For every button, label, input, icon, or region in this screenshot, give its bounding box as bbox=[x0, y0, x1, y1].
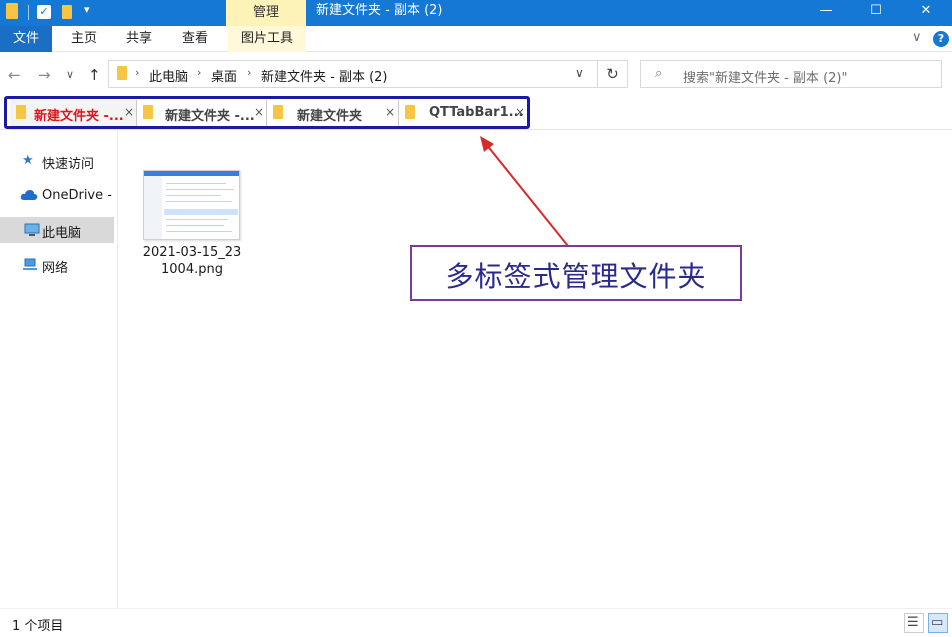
image-thumbnail-icon bbox=[143, 170, 240, 240]
help-icon[interactable]: ? bbox=[933, 31, 949, 47]
address-bar[interactable]: › 此电脑 › 桌面 › 新建文件夹 - 副本 (2) ∨ bbox=[108, 60, 598, 88]
file-item[interactable]: 2021-03-15_23 1004.png bbox=[140, 168, 244, 288]
sidebar-item-label: 此电脑 bbox=[42, 226, 82, 241]
breadcrumb-this-pc[interactable]: 此电脑 bbox=[149, 66, 188, 85]
network-icon bbox=[22, 258, 38, 276]
back-arrow-icon[interactable]: ← bbox=[8, 66, 21, 84]
annotation-text: 多标签式管理文件夹 bbox=[445, 260, 707, 293]
tabbar-highlight-box bbox=[4, 96, 530, 129]
ribbon-tab-bar: 文件 主页 共享 查看 图片工具 ∨ bbox=[0, 26, 952, 52]
title-bar: ✓ ▾ 管理 新建文件夹 - 副本 (2) — ☐ ✕ bbox=[0, 0, 952, 26]
new-folder-icon[interactable] bbox=[62, 5, 72, 19]
context-tab-manage[interactable]: 管理 bbox=[226, 0, 306, 26]
search-input[interactable]: ⌕ 搜索"新建文件夹 - 副本 (2)" bbox=[640, 60, 942, 88]
quick-access-dropdown-icon[interactable]: ▾ bbox=[84, 3, 90, 16]
tab-file[interactable]: 文件 bbox=[0, 26, 52, 52]
annotation-callout: 多标签式管理文件夹 bbox=[410, 245, 742, 301]
window-title: 新建文件夹 - 副本 (2) bbox=[316, 3, 443, 18]
breadcrumb-chevron-icon[interactable]: › bbox=[135, 66, 139, 79]
sidebar-item-onedrive[interactable]: OneDrive - bbox=[0, 183, 114, 209]
breadcrumb-current-folder[interactable]: 新建文件夹 - 副本 (2) bbox=[261, 66, 388, 85]
forward-arrow-icon[interactable]: → bbox=[38, 66, 51, 84]
sidebar-item-network[interactable]: 网络 bbox=[0, 252, 114, 278]
tab-share[interactable]: 共享 bbox=[126, 26, 152, 52]
search-placeholder: 搜索"新建文件夹 - 副本 (2)" bbox=[683, 71, 848, 86]
breadcrumb-chevron-icon[interactable]: › bbox=[247, 66, 251, 79]
divider bbox=[0, 129, 952, 130]
cloud-icon bbox=[20, 188, 38, 206]
maximize-button[interactable]: ☐ bbox=[853, 0, 899, 26]
sidebar-item-this-pc[interactable]: 此电脑 bbox=[0, 217, 114, 243]
breadcrumb-chevron-icon[interactable]: › bbox=[197, 66, 201, 79]
sidebar-item-label: OneDrive - bbox=[42, 188, 112, 203]
file-name-line: 2021-03-15_23 bbox=[142, 245, 242, 260]
refresh-button[interactable]: ↻ bbox=[598, 60, 628, 88]
annotation-arrow bbox=[480, 136, 569, 247]
address-dropdown-icon[interactable]: ∨ bbox=[575, 66, 584, 80]
folder-icon bbox=[117, 66, 127, 80]
large-icons-view-icon: ▭ bbox=[931, 615, 944, 630]
sidebar-item-label: 网络 bbox=[42, 261, 69, 276]
breadcrumb-desktop[interactable]: 桌面 bbox=[211, 66, 237, 85]
folder-icon bbox=[6, 3, 18, 19]
minimize-button[interactable]: — bbox=[803, 0, 849, 26]
star-icon: ★ bbox=[22, 153, 34, 168]
sidebar-item-label: 快速访问 bbox=[42, 157, 95, 172]
tab-view[interactable]: 查看 bbox=[182, 26, 208, 52]
computer-icon bbox=[24, 223, 40, 241]
tab-picture-tools[interactable]: 图片工具 bbox=[228, 26, 306, 52]
ribbon-expand-chevron-icon[interactable]: ∨ bbox=[912, 30, 922, 45]
up-arrow-icon[interactable]: ↑ bbox=[88, 66, 101, 84]
search-icon: ⌕ bbox=[655, 66, 663, 81]
details-view-icon: ☰ bbox=[907, 615, 919, 630]
tab-home[interactable]: 主页 bbox=[71, 26, 97, 52]
navigation-pane: ★ 快速访问 OneDrive - 此电脑 网络 bbox=[0, 130, 118, 608]
item-count: 1 个项目 bbox=[12, 619, 64, 634]
quick-access-separator bbox=[28, 5, 29, 20]
status-bar: 1 个项目 ☰ ▭ bbox=[0, 608, 952, 637]
sidebar-item-quick-access[interactable]: ★ 快速访问 bbox=[0, 148, 114, 174]
recent-locations-chevron-icon[interactable]: ∨ bbox=[66, 68, 74, 81]
file-name: 2021-03-15_23 1004.png bbox=[140, 244, 244, 278]
close-button[interactable]: ✕ bbox=[903, 0, 949, 26]
file-name-line: 1004.png bbox=[161, 262, 223, 277]
properties-check-icon[interactable]: ✓ bbox=[37, 5, 51, 19]
details-view-button[interactable]: ☰ bbox=[904, 613, 924, 633]
large-icons-view-button[interactable]: ▭ bbox=[928, 613, 948, 633]
